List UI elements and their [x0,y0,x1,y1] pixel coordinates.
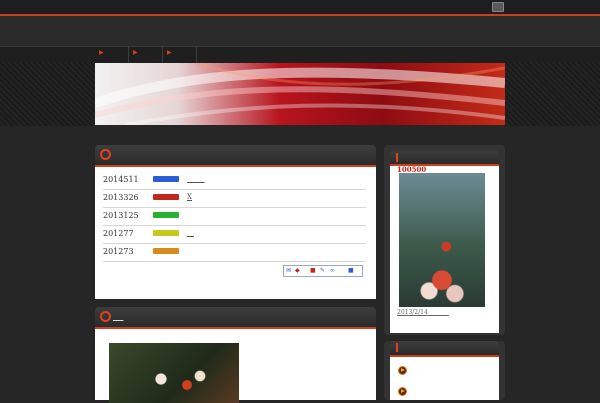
widget-header [390,151,499,166]
nav-arrow-icon: ▶ [133,49,138,56]
panel-body: 2014511 _____ 2013326 X 2013125 201277 _… [95,167,376,299]
entry-number: 201273 [103,247,134,256]
banner-side-left [0,62,95,126]
list-item[interactable] [390,363,486,377]
article-title[interactable]: ___ [113,313,124,321]
entry-number: 2013326 [103,193,139,202]
photo-date[interactable]: 2013/2/14_______ [397,309,449,316]
color-swatch [153,212,179,218]
nav-item-2[interactable]: ▶ [129,47,163,63]
entry-number: 2013125 [103,211,139,220]
panel-header: ___ [95,307,376,329]
pencil-icon[interactable]: ✎ [320,267,325,274]
bar-icon [396,153,398,162]
panel-header [95,145,376,167]
article-panel: ___ [95,307,376,403]
header-banner [95,63,505,125]
nav-item-1[interactable]: ▶ [95,47,129,63]
banner-swoosh-graphic [95,63,505,125]
entry-number: 201277 [103,229,134,238]
info-icon[interactable]: ■ [348,267,354,274]
play-bullet-icon [398,366,407,375]
nav-item-3[interactable]: ▶ [163,47,197,63]
link-icon[interactable]: ∞ [330,267,335,274]
updates-panel: 2014511 _____ 2013326 X 2013125 201277 _… [95,145,376,299]
list-item: 2013326 X [103,189,366,208]
color-swatch [153,248,179,254]
color-swatch [153,176,179,182]
ring-icon [100,311,111,322]
list-item: 2014511 _____ [103,171,366,190]
site-header [0,16,600,46]
list-item: 201277 __ [103,225,366,244]
entry-link[interactable]: __ [187,229,194,237]
ring-icon [100,149,111,160]
share-icon[interactable]: ◆ [295,267,300,274]
top-menu-button[interactable] [492,2,504,12]
shrimp-photo[interactable] [399,173,485,307]
list-item: 201273 [103,243,366,262]
list-item: 2013125 [103,207,366,226]
link-widget [384,341,505,400]
top-bar [0,0,600,16]
entry-link[interactable]: X [187,193,192,201]
bookmark-icon[interactable]: ■ [310,267,316,274]
panel-body [95,329,376,403]
play-bullet-icon [398,387,407,396]
banner-side-right [505,62,600,126]
entry-number: 2014511 [103,175,139,184]
nav-arrow-icon: ▶ [99,49,104,56]
widget-header [390,341,499,357]
color-swatch [153,194,179,200]
color-swatch [153,230,179,236]
entry-link[interactable]: _____ [187,175,205,183]
photo-widget: 100500 2013/2/14_______ [384,145,505,335]
nav-arrow-icon: ▶ [167,49,172,56]
list-item[interactable] [390,384,486,398]
bar-icon [396,343,398,352]
article-photo[interactable] [109,343,239,403]
mail-icon[interactable]: ✉ [286,267,291,274]
share-toolbar: ✉ ◆ ■ ✎ ∞ ■ [283,265,363,277]
